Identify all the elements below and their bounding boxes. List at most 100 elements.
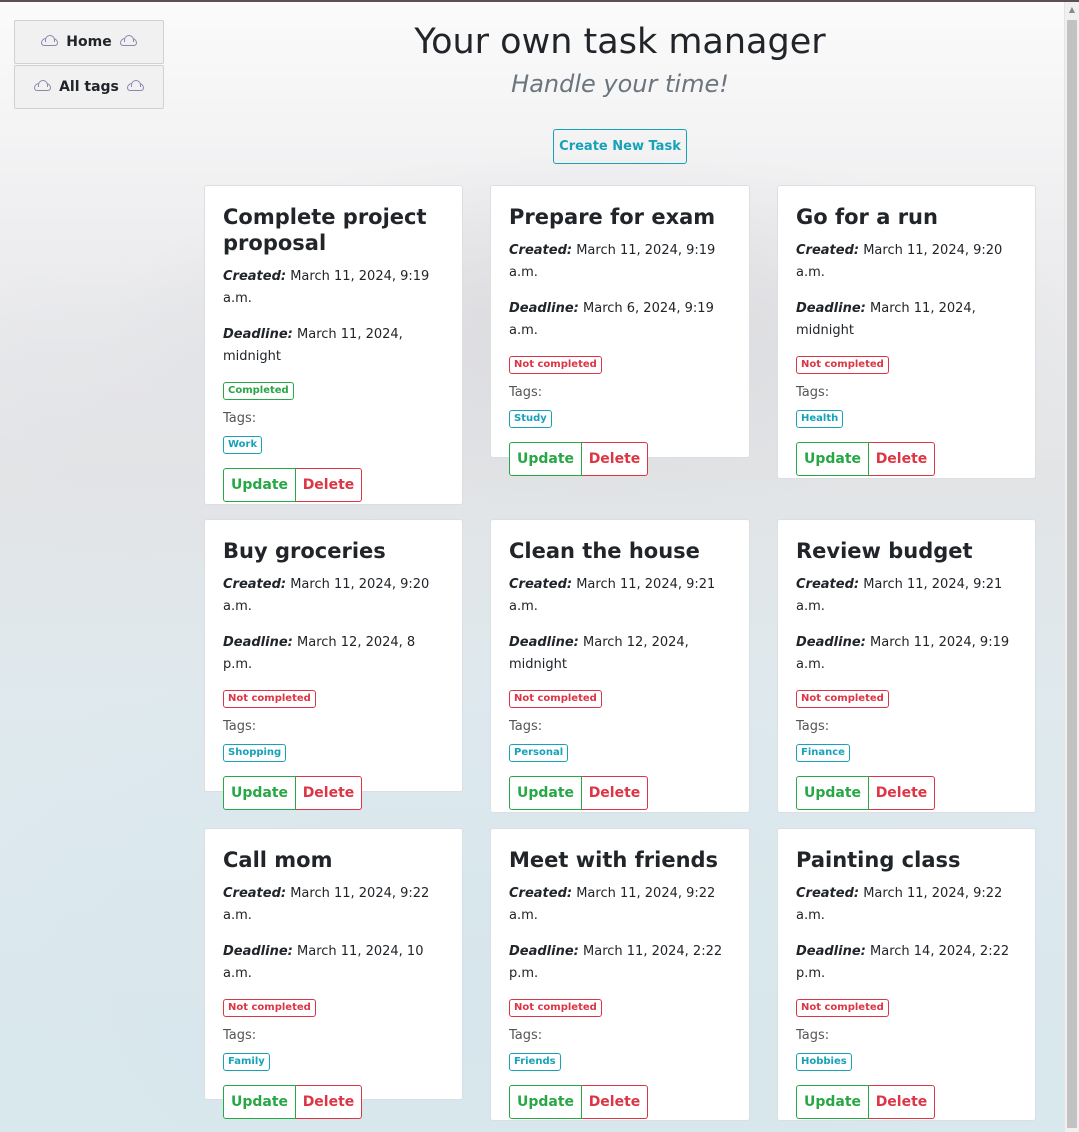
update-button[interactable]: Update bbox=[223, 468, 296, 502]
tags-label: Tags: bbox=[796, 719, 830, 734]
status-badge: Not completed bbox=[796, 690, 889, 708]
created-label: Created: bbox=[509, 886, 573, 901]
deadline-label: Deadline: bbox=[509, 301, 579, 316]
delete-button[interactable]: Delete bbox=[869, 776, 935, 810]
task-actions: Update Delete bbox=[796, 776, 1017, 810]
tags-label: Tags: bbox=[509, 1028, 543, 1043]
tag-badge[interactable]: Health bbox=[796, 410, 844, 428]
delete-button[interactable]: Delete bbox=[869, 1085, 935, 1119]
task-title: Review budget bbox=[796, 539, 973, 563]
status-badge: Not completed bbox=[796, 356, 889, 374]
task-card: Clean the house Created: March 11, 2024,… bbox=[490, 519, 750, 813]
update-button[interactable]: Update bbox=[796, 776, 869, 810]
task-card: Meet with friends Created: March 11, 202… bbox=[490, 828, 750, 1121]
cloud-icon bbox=[41, 35, 59, 46]
task-created: Created: March 11, 2024, 9:20 a.m. bbox=[796, 240, 1017, 284]
tag-badge[interactable]: Work bbox=[223, 436, 263, 454]
task-deadline: Deadline: March 11, 2024, 9:19 a.m. bbox=[796, 632, 1017, 676]
created-label: Created: bbox=[223, 886, 287, 901]
task-actions: Update Delete bbox=[509, 442, 731, 476]
tag-badge[interactable]: Shopping bbox=[223, 744, 287, 762]
tag-badge[interactable]: Friends bbox=[509, 1053, 561, 1071]
task-title: Painting class bbox=[796, 848, 961, 872]
deadline-label: Deadline: bbox=[223, 327, 293, 342]
update-button[interactable]: Update bbox=[509, 1085, 582, 1119]
task-deadline: Deadline: March 6, 2024, 9:19 a.m. bbox=[509, 298, 731, 342]
update-button[interactable]: Update bbox=[796, 1085, 869, 1119]
created-label: Created: bbox=[509, 243, 573, 258]
nav-home-button[interactable]: Home bbox=[14, 20, 164, 64]
tags-label: Tags: bbox=[509, 719, 543, 734]
task-card: Go for a run Created: March 11, 2024, 9:… bbox=[777, 185, 1036, 479]
vertical-scrollbar[interactable]: ▲ bbox=[1064, 2, 1079, 1132]
delete-button[interactable]: Delete bbox=[582, 776, 648, 810]
task-actions: Update Delete bbox=[223, 468, 444, 502]
tag-badge[interactable]: Family bbox=[223, 1053, 270, 1071]
task-created: Created: March 11, 2024, 9:19 a.m. bbox=[509, 240, 731, 284]
tags-label: Tags: bbox=[223, 411, 257, 426]
delete-button[interactable]: Delete bbox=[582, 1085, 648, 1119]
task-deadline: Deadline: March 11, 2024, midnight bbox=[223, 324, 444, 368]
tag-badge[interactable]: Study bbox=[509, 410, 552, 428]
delete-button[interactable]: Delete bbox=[296, 1085, 362, 1119]
task-deadline: Deadline: March 11, 2024, 2:22 p.m. bbox=[509, 941, 731, 985]
page-title: Your own task manager bbox=[414, 22, 826, 62]
delete-button[interactable]: Delete bbox=[869, 442, 935, 476]
nav-all-tags-button[interactable]: All tags bbox=[14, 65, 164, 109]
task-actions: Update Delete bbox=[509, 1085, 731, 1119]
task-deadline: Deadline: March 12, 2024, 8 p.m. bbox=[223, 632, 444, 676]
deadline-label: Deadline: bbox=[509, 635, 579, 650]
tag-badge[interactable]: Personal bbox=[509, 744, 569, 762]
tags-label: Tags: bbox=[223, 719, 257, 734]
delete-button[interactable]: Delete bbox=[582, 442, 648, 476]
task-title: Meet with friends bbox=[509, 848, 719, 872]
delete-button[interactable]: Delete bbox=[296, 776, 362, 810]
task-actions: Update Delete bbox=[509, 776, 731, 810]
task-title: Go for a run bbox=[796, 205, 938, 229]
deadline-label: Deadline: bbox=[509, 944, 579, 959]
tag-badge[interactable]: Hobbies bbox=[796, 1053, 852, 1071]
task-deadline: Deadline: March 12, 2024, midnight bbox=[509, 632, 731, 676]
created-label: Created: bbox=[509, 577, 573, 592]
task-title: Buy groceries bbox=[223, 539, 386, 563]
cloud-icon bbox=[34, 80, 52, 91]
cloud-icon bbox=[119, 35, 137, 46]
task-actions: Update Delete bbox=[223, 1085, 444, 1119]
tags-label: Tags: bbox=[223, 1028, 257, 1043]
task-created: Created: March 11, 2024, 9:21 a.m. bbox=[796, 574, 1017, 618]
task-created: Created: March 11, 2024, 9:22 a.m. bbox=[509, 883, 731, 927]
update-button[interactable]: Update bbox=[223, 1085, 296, 1119]
task-deadline: Deadline: March 11, 2024, midnight bbox=[796, 298, 1017, 342]
tags-label: Tags: bbox=[509, 385, 543, 400]
task-created: Created: March 11, 2024, 9:22 a.m. bbox=[796, 883, 1017, 927]
update-button[interactable]: Update bbox=[223, 776, 296, 810]
task-actions: Update Delete bbox=[796, 1085, 1017, 1119]
tag-badge[interactable]: Finance bbox=[796, 744, 850, 762]
update-button[interactable]: Update bbox=[509, 776, 582, 810]
window-top-border bbox=[0, 0, 1079, 2]
deadline-label: Deadline: bbox=[223, 944, 293, 959]
task-title: Clean the house bbox=[509, 539, 700, 563]
status-badge: Not completed bbox=[223, 690, 316, 708]
update-button[interactable]: Update bbox=[509, 442, 582, 476]
create-new-task-button[interactable]: Create New Task bbox=[553, 129, 687, 164]
delete-button[interactable]: Delete bbox=[296, 468, 362, 502]
status-badge: Not completed bbox=[509, 690, 602, 708]
task-created: Created: March 11, 2024, 9:19 a.m. bbox=[223, 266, 444, 310]
deadline-label: Deadline: bbox=[223, 635, 293, 650]
deadline-label: Deadline: bbox=[796, 944, 866, 959]
status-badge: Not completed bbox=[223, 999, 316, 1017]
task-created: Created: March 11, 2024, 9:20 a.m. bbox=[223, 574, 444, 618]
page-subtitle: Handle your time! bbox=[511, 70, 729, 98]
task-title: Prepare for exam bbox=[509, 205, 716, 229]
scrollbar-thumb[interactable] bbox=[1067, 20, 1077, 1128]
tags-label: Tags: bbox=[796, 1028, 830, 1043]
task-card: Painting class Created: March 11, 2024, … bbox=[777, 828, 1036, 1121]
task-actions: Update Delete bbox=[796, 442, 1017, 476]
task-deadline: Deadline: March 11, 2024, 10 a.m. bbox=[223, 941, 444, 985]
scroll-up-icon[interactable]: ▲ bbox=[1065, 2, 1079, 18]
tags-label: Tags: bbox=[796, 385, 830, 400]
task-created: Created: March 11, 2024, 9:22 a.m. bbox=[223, 883, 444, 927]
deadline-label: Deadline: bbox=[796, 301, 866, 316]
update-button[interactable]: Update bbox=[796, 442, 869, 476]
